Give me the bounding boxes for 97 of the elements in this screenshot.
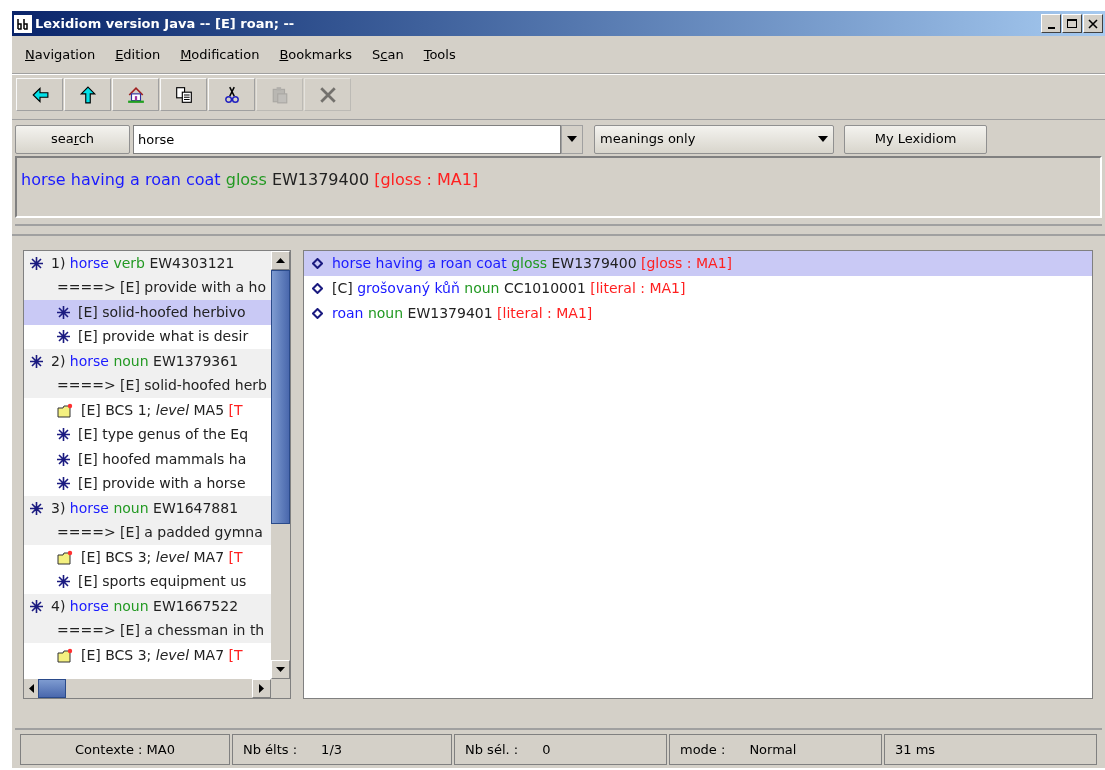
entry-text: [E] BCS 3; level MA7 [T [81,547,243,567]
status-value: Normal [749,740,797,759]
entry-text: [E] provide with a horse [78,474,246,494]
detail-text: [C] grošovaný kůň noun CC1010001 [literal : MA1] [332,279,686,298]
diamond-icon [312,283,323,294]
tree-row[interactable]: ====> [E] solid-hoofed herb [24,373,271,398]
tree-row[interactable]: [E] solid-hoofed herbivo [24,300,271,325]
status-label: Nb élts : [243,740,298,759]
asterisk-icon [57,477,70,491]
entry-text: ====> [E] a padded gymna [57,523,263,543]
up-button[interactable] [64,78,111,111]
entry-text: 2) horse noun EW1379361 [51,351,239,371]
entry-text: [E] solid-hoofed herbivo [78,302,246,322]
menu-item[interactable]: Scan [372,44,404,65]
vertical-scrollbar[interactable] [271,251,290,679]
menu-item[interactable]: Navigation [25,44,96,65]
scroll-thumb[interactable] [271,270,290,524]
asterisk-icon [30,501,43,515]
status-label: Nb sél. : [465,740,519,759]
entry-text: [E] type genus of the Eq [78,425,249,445]
triangle-right-icon [259,684,264,693]
asterisk-icon [30,256,43,270]
house-icon [126,85,145,104]
maximize-button[interactable] [1062,14,1082,33]
search-field[interactable]: horse [133,124,561,154]
scroll-right-button[interactable] [252,679,271,698]
left-arrow-icon [30,85,49,104]
triangle-down-icon [276,667,285,672]
status-value: 1/3 [321,740,343,759]
asterisk-icon [57,305,70,319]
entry-text: 4) horse noun EW1667522 [51,596,239,616]
diamond-icon [312,308,323,319]
asterisk-icon [30,599,43,613]
tree-row[interactable]: 2) horse noun EW1379361 [24,349,271,374]
tree-row[interactable]: ====> [E] a chessman in th [24,618,271,643]
asterisk-icon [57,575,70,589]
result-text: horse having a roan coat gloss EW1379400 [gloss : MA1] [21,169,479,191]
cross-icon [318,85,337,104]
scroll-down-button[interactable] [271,660,290,679]
scroll-thumb[interactable] [38,679,66,698]
tree-row[interactable]: 4) horse noun EW1667522 [24,594,271,619]
detail-text: horse having a roan coat gloss EW1379400 [gloss : MA1] [332,254,733,273]
tree-row[interactable]: ====> [E] a padded gymna [24,520,271,545]
folder-icon [57,549,73,565]
triangle-left-icon [28,684,34,693]
copy-icon [174,85,193,104]
entry-text: [E] BCS 3; level MA7 [T [81,645,243,665]
close-icon [1088,18,1098,29]
tree-row[interactable]: ====> [E] provide with a ho [24,275,271,300]
folder-icon [57,647,73,663]
minimize-button[interactable] [1041,14,1061,33]
back-button[interactable] [16,78,63,111]
folder-icon [57,402,73,418]
triangle-up-icon [276,258,285,263]
asterisk-icon [57,452,70,466]
tree-row[interactable]: 1) horse verb EW4303121 [24,251,271,276]
close-button[interactable] [1083,14,1103,33]
dropdown-button[interactable] [561,124,583,154]
asterisk-icon [57,330,70,344]
entry-text: [E] BCS 1; level MA5 [T [81,400,243,420]
app-icon [14,14,32,33]
filter-dropdown[interactable]: meanings only [594,124,834,154]
entry-text: 3) horse noun EW1647881 [51,498,239,518]
caret-down-icon [818,136,828,142]
up-arrow-icon [78,85,97,104]
entry-text: ====> [E] solid-hoofed herb [57,376,267,396]
diamond-icon [312,258,323,269]
status-label: Contexte : MA0 [75,740,175,759]
asterisk-icon [30,354,43,368]
menu-item[interactable]: Modification [180,44,260,65]
tree-row[interactable]: 3) horse noun EW1647881 [24,496,271,521]
search-button[interactable]: search [15,124,130,154]
status-label: 31 ms [895,740,936,759]
scissors-icon [222,85,241,104]
status-value: 0 [542,740,551,759]
scroll-up-button[interactable] [271,251,290,270]
menu-item[interactable]: Bookmarks [279,44,352,65]
entry-text: ====> [E] provide with a ho [57,278,266,298]
status-label: mode : [680,740,726,759]
asterisk-icon [57,428,70,442]
my-lexidiom-button[interactable]: My Lexidiom [844,124,987,154]
entry-text: [E] provide what is desir [78,327,249,347]
detail-text: roan noun EW1379401 [literal : MA1] [332,304,593,323]
detail-row[interactable]: horse having a roan coat gloss EW1379400 [gloss : MA1] [304,251,1092,276]
entry-text: [E] sports equipment us [78,572,247,592]
clipboard-icon [270,85,289,104]
menu-item[interactable]: Edition [115,44,161,65]
window-title: Lexidiom version Java -- [E] roan; -- [35,14,295,33]
caret-down-icon [567,136,577,142]
entry-text: [E] hoofed mammals ha [78,449,247,469]
copy-button[interactable] [160,78,207,111]
home-button[interactable] [112,78,159,111]
horizontal-scrollbar[interactable] [24,679,290,698]
cut-button[interactable] [208,78,255,111]
menu-item[interactable]: Tools [423,44,456,65]
entry-text: ====> [E] a chessman in th [57,621,265,641]
entry-text: 1) horse verb EW4303121 [51,253,235,273]
